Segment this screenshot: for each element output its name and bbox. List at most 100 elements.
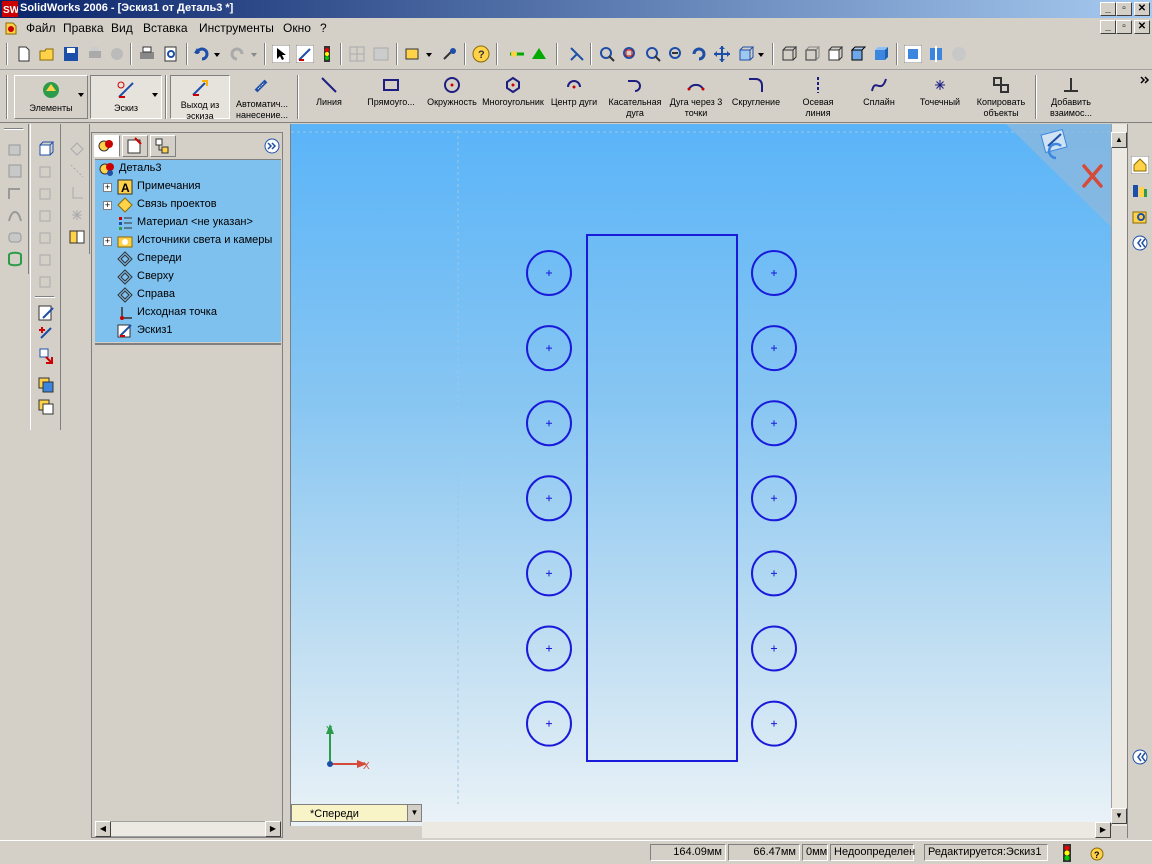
sketch-rectangle[interactable] bbox=[586, 234, 738, 762]
circle-center-point[interactable] bbox=[546, 345, 552, 352]
print-preview-icon[interactable] bbox=[162, 45, 180, 63]
tool-fillet-button[interactable]: Скругление bbox=[726, 75, 786, 119]
sketch-circle[interactable] bbox=[751, 550, 797, 597]
shadows-icon[interactable] bbox=[904, 45, 922, 63]
menu-tools[interactable]: Инструменты bbox=[199, 21, 274, 35]
home-icon[interactable] bbox=[1131, 156, 1149, 174]
expand-toggle[interactable]: + bbox=[103, 201, 112, 210]
circle-center-point[interactable] bbox=[771, 345, 777, 352]
tree-item-origin[interactable]: Исходная точка bbox=[95, 304, 281, 322]
view-orientation-icon[interactable] bbox=[737, 45, 755, 63]
zoom-to-fit-icon[interactable] bbox=[598, 45, 616, 63]
sketch-circle[interactable] bbox=[526, 400, 572, 447]
view-front-disabled-icon[interactable] bbox=[37, 162, 55, 180]
circle-center-point[interactable] bbox=[771, 645, 777, 652]
zoom-in-out-icon[interactable] bbox=[644, 45, 662, 63]
circle-center-point[interactable] bbox=[546, 270, 552, 276]
revolve-disabled-icon[interactable] bbox=[6, 162, 24, 180]
tool-centerpoint-arc-button[interactable]: Центр дуги bbox=[546, 75, 602, 119]
rebuild-status-icon[interactable] bbox=[1060, 844, 1074, 862]
new-document-icon[interactable] bbox=[15, 45, 33, 63]
menu-insert[interactable]: Вставка bbox=[143, 21, 188, 35]
drawing-icon[interactable] bbox=[404, 45, 422, 63]
macro-run-icon[interactable] bbox=[530, 45, 548, 63]
grid-disabled-icon[interactable] bbox=[348, 45, 366, 63]
hidden-lines-visible-icon[interactable] bbox=[803, 45, 821, 63]
undo-icon[interactable] bbox=[193, 45, 211, 63]
view-right-disabled-icon[interactable] bbox=[37, 228, 55, 246]
rebuild-icon[interactable] bbox=[318, 45, 336, 63]
sketch-circle[interactable] bbox=[751, 700, 797, 747]
redo-dropdown-icon[interactable] bbox=[250, 45, 258, 63]
layer-properties-icon[interactable] bbox=[37, 398, 55, 416]
graphics-vscrollbar[interactable]: ▲ ▼ bbox=[1111, 124, 1127, 826]
tree-item-plane-right[interactable]: Справа bbox=[95, 286, 281, 304]
expand-toggle[interactable]: + bbox=[103, 237, 112, 246]
view-selector-dropdown-icon[interactable]: ▼ bbox=[407, 805, 421, 821]
zoom-area-icon[interactable] bbox=[621, 45, 639, 63]
sketch-relations-icon[interactable] bbox=[568, 45, 586, 63]
graphics-hscrollbar[interactable]: ▶ bbox=[422, 822, 1111, 838]
select-arrow-icon[interactable] bbox=[272, 45, 290, 63]
relations-disabled-icon[interactable] bbox=[68, 140, 86, 158]
whats-wrong-icon[interactable] bbox=[440, 45, 458, 63]
circle-center-point[interactable] bbox=[771, 570, 777, 577]
trim-disabled-icon[interactable] bbox=[68, 162, 86, 180]
print-disabled-icon[interactable] bbox=[86, 45, 104, 63]
scroll-left-button[interactable]: ◀ bbox=[95, 821, 111, 837]
tool-centerline-button[interactable]: Осевая линия bbox=[790, 75, 846, 119]
view-back-disabled-icon[interactable] bbox=[37, 184, 55, 202]
sweep-disabled-icon[interactable] bbox=[6, 184, 24, 202]
exit-sketch-button[interactable]: Выход из эскиза bbox=[170, 75, 230, 121]
sketch-circle[interactable] bbox=[526, 550, 572, 597]
tab-property-manager[interactable] bbox=[122, 135, 148, 157]
minimize-button[interactable]: _ bbox=[1100, 2, 1116, 16]
hidden-lines-removed-icon[interactable] bbox=[826, 45, 844, 63]
circle-center-point[interactable] bbox=[546, 495, 552, 502]
collapse-task-pane-icon[interactable] bbox=[1131, 234, 1149, 252]
sketch-circle[interactable] bbox=[526, 475, 572, 522]
toolbar-overflow-icon[interactable] bbox=[1140, 75, 1150, 85]
expand-panel-icon[interactable] bbox=[264, 138, 280, 154]
expand-task-pane-icon[interactable] bbox=[1131, 748, 1149, 766]
scroll-up-button[interactable]: ▲ bbox=[1111, 132, 1127, 148]
tool-copy-entities-button[interactable]: Копировать объекты bbox=[970, 75, 1032, 119]
mate-icon[interactable] bbox=[68, 228, 86, 246]
sketch-pencil-icon[interactable] bbox=[37, 304, 55, 322]
feature-tree-hscrollbar[interactable]: ◀ ▶ bbox=[95, 821, 281, 837]
tree-item-plane-top[interactable]: Сверху bbox=[95, 268, 281, 286]
realview-disabled-icon[interactable] bbox=[950, 45, 968, 63]
shell-disabled-icon[interactable] bbox=[6, 228, 24, 246]
menu-file[interactable]: Файл bbox=[26, 21, 56, 35]
section-view-icon[interactable] bbox=[927, 45, 945, 63]
pan-icon[interactable] bbox=[713, 45, 731, 63]
drawing-dropdown-icon[interactable] bbox=[425, 45, 433, 63]
circle-center-point[interactable] bbox=[771, 270, 777, 276]
layer-copy-icon[interactable] bbox=[37, 376, 55, 394]
tool-polygon-button[interactable]: Многоугольник bbox=[482, 75, 544, 119]
menu-edit[interactable]: Правка bbox=[63, 21, 104, 35]
view-iso-disabled-icon[interactable] bbox=[37, 272, 55, 290]
redo-icon[interactable] bbox=[228, 45, 246, 63]
shaded-icon[interactable] bbox=[872, 45, 890, 63]
scroll-right-button[interactable]: ▶ bbox=[265, 821, 281, 837]
expand-toggle[interactable]: + bbox=[103, 183, 112, 192]
printer-icon[interactable] bbox=[138, 45, 156, 63]
tree-item-part[interactable]: Деталь3 bbox=[95, 160, 281, 178]
circle-center-point[interactable] bbox=[771, 720, 777, 727]
tree-item-sketch1[interactable]: Эскиз1 bbox=[95, 322, 281, 340]
undo-dropdown-icon[interactable] bbox=[213, 45, 221, 63]
loft-disabled-icon[interactable] bbox=[6, 206, 24, 224]
sketch-circle[interactable] bbox=[526, 700, 572, 747]
doc-restore-button[interactable]: ▫ bbox=[1116, 20, 1132, 34]
move-entities-icon[interactable] bbox=[37, 346, 55, 364]
feature-active-icon[interactable] bbox=[6, 250, 24, 268]
circle-center-point[interactable] bbox=[546, 570, 552, 577]
tree-item-material[interactable]: Материал <не указан> bbox=[95, 214, 281, 232]
wireframe-icon[interactable] bbox=[780, 45, 798, 63]
save-icon[interactable] bbox=[62, 45, 80, 63]
circle-center-point[interactable] bbox=[546, 420, 552, 427]
view-orientation-dropdown-icon[interactable] bbox=[757, 45, 765, 63]
sketch-circle[interactable] bbox=[751, 475, 797, 522]
tree-item-plane-front[interactable]: Спереди bbox=[95, 250, 281, 268]
